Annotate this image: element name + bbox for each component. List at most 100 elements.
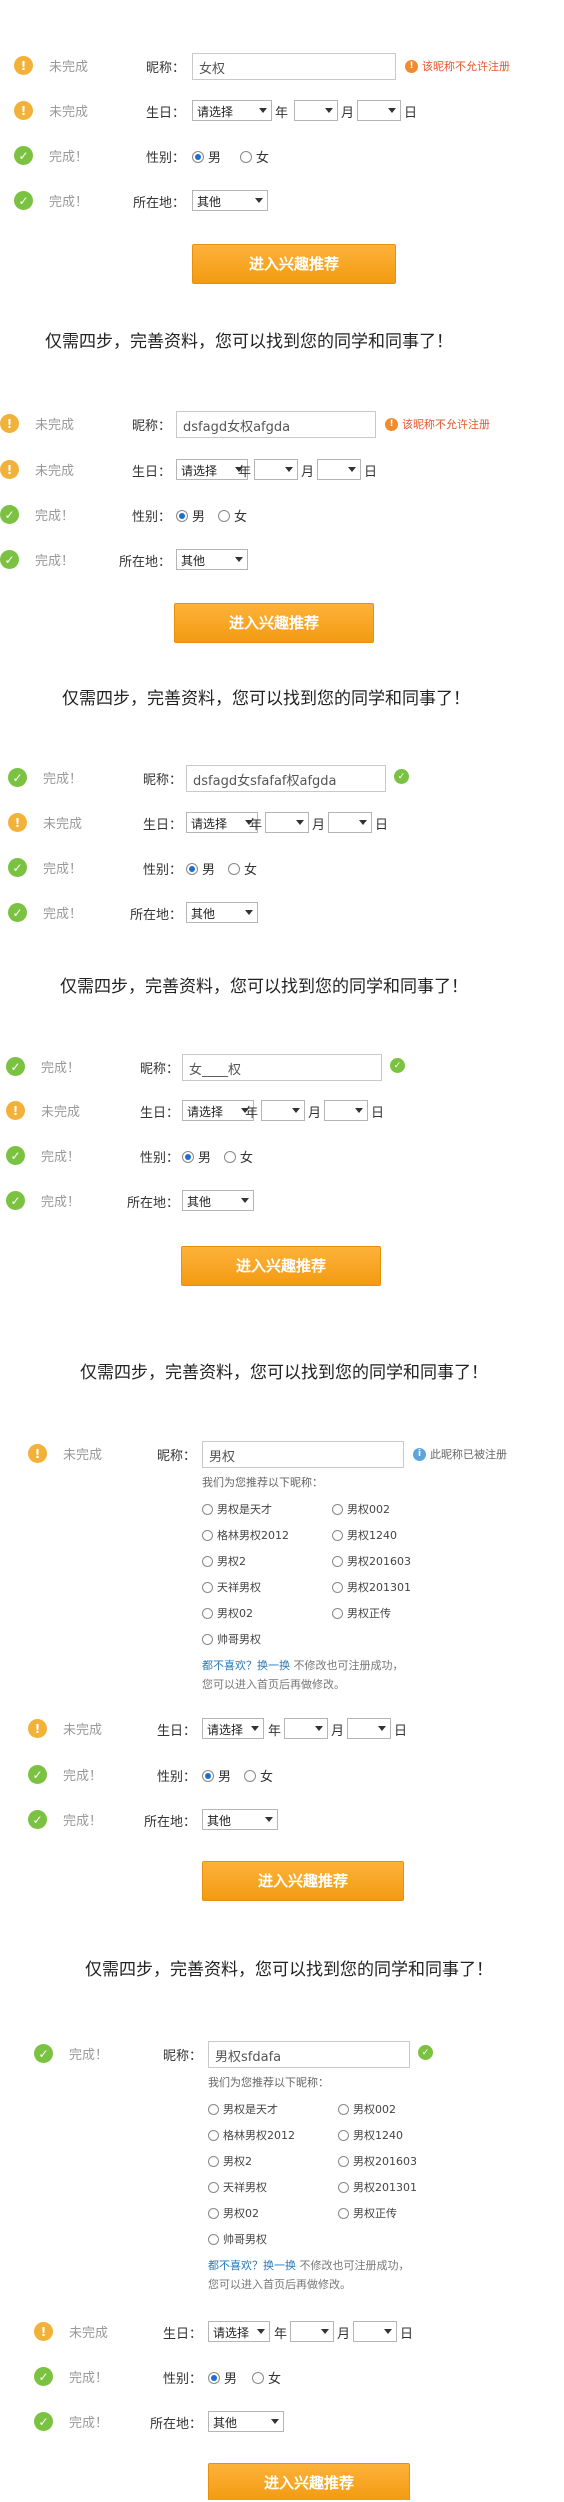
suggestion-option[interactable]: 男权201603	[338, 2153, 417, 2169]
day-unit: 日	[394, 1724, 408, 1739]
submit-button[interactable]: 进入兴趣推荐	[174, 603, 374, 643]
year-select[interactable]: 请选择	[192, 100, 272, 121]
suggestion-option[interactable]: 男权正传	[332, 1605, 391, 1621]
refresh-suggestions-link[interactable]: 都不喜欢？换一换	[202, 1659, 290, 1672]
nickname-input[interactable]: 男权sfdafa	[208, 2041, 410, 2068]
refresh-suggestions-link[interactable]: 都不喜欢？换一换	[208, 2259, 296, 2272]
nickname-error: ! 该昵称不允许注册	[405, 58, 510, 74]
nickname-input[interactable]: 女权	[192, 53, 396, 80]
nickname-input[interactable]: 男权	[202, 1441, 404, 1468]
check-circle-icon: ✓	[14, 191, 33, 210]
radio-icon	[338, 2129, 349, 2141]
location-select[interactable]: 其他	[176, 549, 248, 570]
suggestion-option[interactable]: 男权是天才	[208, 2101, 278, 2117]
nickname-input[interactable]: dsfagd女sfafaf权afgda	[186, 765, 386, 792]
caret-down-icon	[271, 2419, 279, 2424]
exclamation-circle-icon: !	[28, 1444, 47, 1463]
gender-female-radio[interactable]: 女	[218, 506, 247, 525]
day-unit: 日	[400, 2327, 414, 2342]
check-circle-icon: ✓	[14, 146, 33, 165]
radio-icon	[208, 2103, 219, 2115]
gender-male-radio[interactable]: 男	[202, 1766, 231, 1785]
gender-female-radio[interactable]: 女	[228, 859, 257, 878]
status-incomplete: ! 未完成	[0, 460, 74, 479]
status-incomplete: ! 未完成	[0, 414, 74, 433]
suggestion-option[interactable]: 帅哥男权	[208, 2231, 267, 2247]
year-unit: 年	[238, 465, 252, 480]
location-select[interactable]: 其他	[202, 1809, 278, 1830]
submit-button[interactable]: 进入兴趣推荐	[192, 244, 396, 284]
month-unit: 月	[337, 2327, 351, 2342]
suggestion-option[interactable]: 男权2	[208, 2153, 252, 2169]
suggestion-option[interactable]: 天祥男权	[202, 1579, 261, 1595]
location-select[interactable]: 其他	[208, 2411, 284, 2432]
suggestion-option[interactable]: 男权1240	[338, 2127, 403, 2143]
month-select[interactable]	[265, 812, 309, 833]
month-select[interactable]	[284, 1718, 328, 1739]
suggestion-option[interactable]: 男权02	[202, 1605, 253, 1621]
location-select[interactable]: 其他	[192, 190, 268, 211]
nickname-input[interactable]: 女____权	[182, 1054, 382, 1081]
submit-button[interactable]: 进入兴趣推荐	[202, 1861, 404, 1901]
radio-icon	[228, 862, 240, 875]
month-select[interactable]	[254, 459, 298, 480]
status-complete: ✓ 完成！	[6, 1146, 80, 1165]
suggestion-option[interactable]: 格林男权2012	[202, 1527, 289, 1543]
day-select[interactable]	[317, 459, 361, 480]
submit-button[interactable]: 进入兴趣推荐	[208, 2463, 410, 2500]
day-select[interactable]	[357, 100, 401, 121]
headline: 仅需四步，完善资料，您可以找到您的同学和同事了！	[45, 332, 453, 352]
gender-female-radio[interactable]: 女	[240, 147, 269, 166]
gender-male-radio[interactable]: 男	[186, 859, 215, 878]
month-select[interactable]	[294, 100, 338, 121]
day-select[interactable]	[353, 2321, 397, 2342]
location-select[interactable]: 其他	[182, 1190, 254, 1211]
gender-female-radio[interactable]: 女	[224, 1147, 253, 1166]
suggestion-option[interactable]: 帅哥男权	[202, 1631, 261, 1647]
location-label: 所在地：	[132, 196, 185, 211]
suggestion-option[interactable]: 男权201301	[338, 2179, 417, 2195]
gender-male-radio[interactable]: 男	[176, 506, 205, 525]
suggestion-option[interactable]: 男权201301	[332, 1579, 411, 1595]
exclamation-circle-icon: !	[6, 1101, 25, 1120]
gender-female-radio[interactable]: 女	[244, 1766, 273, 1785]
year-select[interactable]: 请选择	[186, 812, 258, 833]
gender-female-radio[interactable]: 女	[252, 2368, 281, 2387]
suggestion-option[interactable]: 男权002	[338, 2101, 396, 2117]
nickname-label: 昵称：	[131, 419, 171, 434]
suggestion-note: 都不喜欢？换一换 不修改也可注册成功， 您可以进入首页后再做修改。	[202, 1659, 404, 1691]
suggestion-option[interactable]: 男权2	[202, 1553, 246, 1569]
status-complete: ✓ 完成！	[28, 1810, 102, 1829]
submit-button[interactable]: 进入兴趣推荐	[181, 1246, 381, 1286]
status-complete: ✓ 完成！	[14, 146, 88, 165]
month-select[interactable]	[290, 2321, 334, 2342]
gender-male-radio[interactable]: 男	[208, 2368, 237, 2387]
exclamation-circle-icon: !	[14, 56, 33, 75]
day-select[interactable]	[324, 1100, 368, 1121]
nickname-input[interactable]: dsfagd女权afgda	[176, 411, 376, 438]
suggestion-option[interactable]: 男权正传	[338, 2205, 397, 2221]
suggestion-option[interactable]: 天祥男权	[208, 2179, 267, 2195]
day-select[interactable]	[328, 812, 372, 833]
gender-label: 性别：	[156, 1770, 196, 1785]
suggestion-option[interactable]: 男权201603	[332, 1553, 411, 1569]
year-select[interactable]: 请选择	[182, 1100, 254, 1121]
year-select[interactable]: 请选择	[208, 2321, 270, 2342]
month-select[interactable]	[261, 1100, 305, 1121]
suggestion-option[interactable]: 男权002	[332, 1501, 390, 1517]
nickname-label: 昵称：	[156, 1449, 196, 1464]
caret-down-icon	[241, 1198, 249, 1203]
check-circle-icon: ✓	[34, 2412, 53, 2431]
status-complete: ✓ 完成！	[34, 2044, 108, 2063]
gender-male-radio[interactable]: 男	[192, 147, 221, 166]
gender-male-radio[interactable]: 男	[182, 1147, 211, 1166]
suggestion-option[interactable]: 男权1240	[332, 1527, 397, 1543]
check-circle-icon: ✓	[34, 2367, 53, 2386]
suggestion-option[interactable]: 男权是天才	[202, 1501, 272, 1517]
location-select[interactable]: 其他	[186, 902, 258, 923]
suggestion-option[interactable]: 格林男权2012	[208, 2127, 295, 2143]
year-select[interactable]: 请选择	[202, 1718, 264, 1739]
status-incomplete: ! 未完成	[8, 813, 82, 832]
suggestion-option[interactable]: 男权02	[208, 2205, 259, 2221]
day-select[interactable]	[347, 1718, 391, 1739]
